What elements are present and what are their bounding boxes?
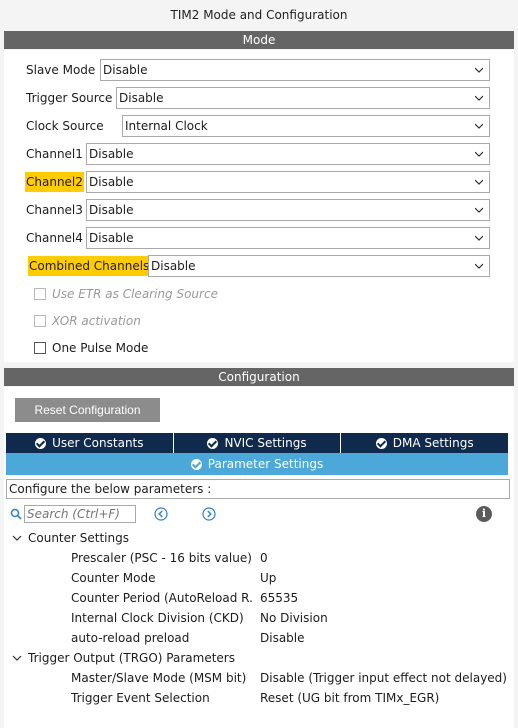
check-circle-icon <box>35 437 47 449</box>
use-etr-checkbox <box>34 288 46 300</box>
chevron-down-icon <box>12 535 22 541</box>
xor-activation-checkbox <box>34 315 46 327</box>
search-bar <box>10 505 136 523</box>
channel1-row: Channel1 <box>25 143 84 165</box>
one-pulse-mode-checkbox[interactable] <box>34 342 46 354</box>
param-name: Master/Slave Mode (MSM bit) <box>71 671 247 685</box>
combined-channels-row: Combined Channels <box>28 255 151 277</box>
param-value[interactable]: 65535 <box>260 589 298 607</box>
counter-settings-label: Counter Settings <box>28 531 129 545</box>
clock-source-select[interactable]: Internal Clock <box>122 115 490 137</box>
one-pulse-mode-label: One Pulse Mode <box>52 341 149 355</box>
param-name: Internal Clock Division (CKD) <box>71 611 244 625</box>
trigger-source-label: Trigger Source <box>26 91 113 105</box>
param-value[interactable]: Up <box>260 569 276 587</box>
trigger-output-group[interactable]: Trigger Output (TRGO) Parameters <box>12 649 235 667</box>
next-match-icon[interactable] <box>202 507 216 521</box>
channel3-value: Disable <box>89 203 134 217</box>
slave-mode-label: Slave Mode <box>26 63 96 77</box>
chevron-down-icon <box>475 67 483 73</box>
counter-settings-group[interactable]: Counter Settings <box>12 529 129 547</box>
channel1-value: Disable <box>89 147 134 161</box>
tab-parameter-settings-label: Parameter Settings <box>207 457 324 471</box>
chevron-down-icon <box>475 179 483 185</box>
channel1-select[interactable]: Disable <box>86 143 490 165</box>
chevron-down-icon <box>475 151 483 157</box>
param-name: Trigger Event Selection <box>71 691 210 705</box>
mode-section-header: Mode <box>4 31 514 49</box>
tab-dma-settings-label: DMA Settings <box>392 436 474 450</box>
previous-match-icon[interactable] <box>154 507 168 521</box>
one-pulse-mode-checkbox-row[interactable]: One Pulse Mode <box>34 339 148 357</box>
search-input[interactable] <box>24 505 136 523</box>
tab-user-constants[interactable]: User Constants <box>6 433 174 453</box>
trigger-output-label: Trigger Output (TRGO) Parameters <box>28 651 235 665</box>
chevron-down-icon <box>475 207 483 213</box>
param-value[interactable]: Disable (Trigger input effect not delaye… <box>260 669 507 687</box>
channel2-select[interactable]: Disable <box>86 171 490 193</box>
channel2-row: Channel2 <box>25 171 84 193</box>
check-circle-icon <box>190 458 202 470</box>
slave-mode-value: Disable <box>103 63 148 77</box>
trigger-source-row: Trigger Source <box>25 87 113 109</box>
clock-source-label: Clock Source <box>26 119 104 133</box>
channel3-select[interactable]: Disable <box>86 199 490 221</box>
param-name: Counter Mode <box>71 571 156 585</box>
reset-configuration-button[interactable]: Reset Configuration <box>15 398 160 422</box>
channel4-row: Channel4 <box>25 227 84 249</box>
channel4-label: Channel4 <box>26 231 83 245</box>
channel1-label: Channel1 <box>26 147 83 161</box>
window-title: TIM2 Mode and Configuration <box>0 0 518 30</box>
param-value[interactable]: Disable <box>260 629 305 647</box>
clock-source-value: Internal Clock <box>125 119 208 133</box>
combined-channels-value: Disable <box>151 259 196 273</box>
channel4-value: Disable <box>89 231 134 245</box>
trigger-source-value: Disable <box>119 91 164 105</box>
channel2-label: Channel2 <box>25 172 84 192</box>
search-icon <box>10 508 22 520</box>
xor-activation-label: XOR activation <box>52 314 141 328</box>
config-tabs: User Constants NVIC Settings DMA Setting… <box>6 433 508 453</box>
param-value[interactable]: 0 <box>260 549 268 567</box>
chevron-down-icon <box>12 655 22 661</box>
param-name: Counter Period (AutoReload R... <box>71 591 254 605</box>
use-etr-label: Use ETR as Clearing Source <box>52 287 218 301</box>
param-value[interactable]: No Division <box>260 609 328 627</box>
channel3-row: Channel3 <box>25 199 84 221</box>
check-circle-icon <box>207 437 219 449</box>
channel3-label: Channel3 <box>26 203 83 217</box>
info-icon[interactable]: i <box>476 506 492 522</box>
use-etr-checkbox-row: Use ETR as Clearing Source <box>34 285 218 303</box>
slave-mode-select[interactable]: Disable <box>100 59 490 81</box>
param-name: Prescaler (PSC - 16 bits value) <box>71 551 252 565</box>
parameters-hint: Configure the below parameters : <box>6 479 510 499</box>
chevron-down-icon <box>475 263 483 269</box>
param-name: auto-reload preload <box>71 631 190 645</box>
chevron-down-icon <box>475 235 483 241</box>
channel4-select[interactable]: Disable <box>86 227 490 249</box>
check-circle-icon <box>375 437 387 449</box>
channel2-value: Disable <box>89 175 134 189</box>
slave-mode-row: Slave Mode <box>25 59 96 81</box>
configuration-section-header: Configuration <box>4 368 514 386</box>
tab-nvic-settings-label: NVIC Settings <box>224 436 307 450</box>
combined-channels-select[interactable]: Disable <box>148 255 490 277</box>
tab-nvic-settings[interactable]: NVIC Settings <box>174 433 342 453</box>
chevron-down-icon <box>475 95 483 101</box>
chevron-down-icon <box>475 123 483 129</box>
tab-parameter-settings[interactable]: Parameter Settings <box>6 453 508 475</box>
param-value[interactable]: Reset (UG bit from TIMx_EGR) <box>260 689 439 707</box>
xor-activation-checkbox-row: XOR activation <box>34 312 141 330</box>
tab-dma-settings[interactable]: DMA Settings <box>341 433 508 453</box>
trigger-source-select[interactable]: Disable <box>116 87 490 109</box>
combined-channels-label: Combined Channels <box>28 256 151 276</box>
tab-user-constants-label: User Constants <box>52 436 144 450</box>
clock-source-row: Clock Source <box>25 115 105 137</box>
